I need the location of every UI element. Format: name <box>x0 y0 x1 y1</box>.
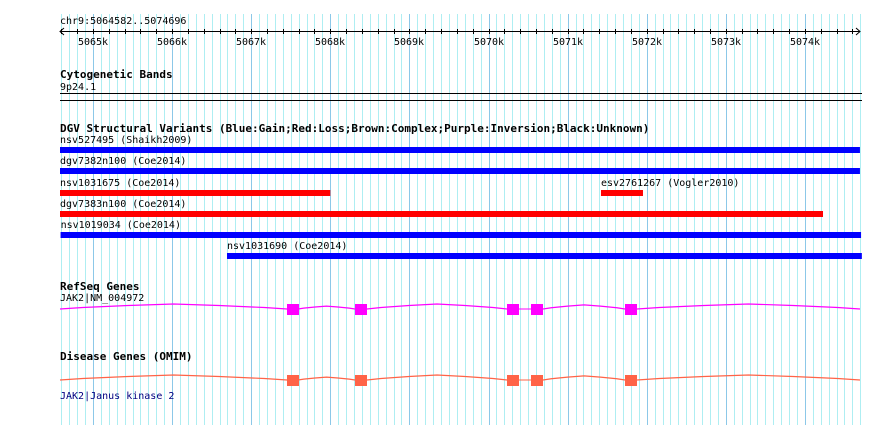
ruler-tick-label: 5065k <box>78 37 108 48</box>
intron-line <box>366 303 508 310</box>
ruler-tick-label: 5072k <box>632 37 662 48</box>
variant-bar-gain[interactable] <box>226 253 862 259</box>
ruler-tick-label: 5070k <box>474 37 504 48</box>
variant-label[interactable]: nsv527495 (Shaikh2009) <box>60 135 192 146</box>
exon-box[interactable] <box>507 304 519 315</box>
variant-label[interactable]: esv2761267 (Vogler2010) <box>601 178 739 189</box>
genome-browser-panel[interactable]: chr9:5064582..5074696 5065k 5066k 5067k 506… <box>0 0 890 425</box>
exon-box[interactable] <box>625 304 637 315</box>
ruler-tick-label: 5069k <box>394 37 424 48</box>
exon-box[interactable] <box>287 375 299 386</box>
intron-line <box>59 374 288 381</box>
exon-box[interactable] <box>287 304 299 315</box>
ruler-tick-label: 5071k <box>553 37 583 48</box>
variant-bar-loss[interactable] <box>600 190 643 196</box>
grid-lines <box>61 14 861 425</box>
ruler[interactable]: 5065k 5066k 5067k 5068k 5069k 5070k 5071k 5072k… <box>59 27 861 48</box>
variant-bar-gain[interactable] <box>60 147 860 153</box>
variant-label[interactable]: nsv1031690 (Coe2014) <box>227 241 347 252</box>
ruler-location-label: chr9:5064582..5074696 <box>60 16 186 27</box>
omim-track-title[interactable]: Disease Genes (OMIM) <box>60 350 192 363</box>
ruler-tick-label: 5073k <box>711 37 741 48</box>
cytoband-label: 9p24.1 <box>60 82 96 93</box>
variant-label[interactable]: nsv1019034 (Coe2014) <box>61 220 181 231</box>
exon-box[interactable] <box>531 304 543 315</box>
intron-line <box>366 374 508 381</box>
variant-label[interactable]: dgv7383n100 (Coe2014) <box>60 199 186 210</box>
variant-bar-loss[interactable] <box>60 190 331 196</box>
exon-box[interactable] <box>531 375 543 386</box>
ruler-tick-label: 5067k <box>236 37 266 48</box>
exon-box[interactable] <box>507 375 519 386</box>
intron-line <box>542 304 626 310</box>
cytoband-track-title[interactable]: Cytogenetic Bands <box>60 68 173 81</box>
variant-bar-gain[interactable] <box>60 232 862 238</box>
refseq-track-title[interactable]: RefSeq Genes <box>60 280 139 293</box>
variant-bar-loss[interactable] <box>60 211 824 217</box>
variant-bar-gain[interactable] <box>60 168 860 174</box>
ruler-tick-label: 5066k <box>157 37 187 48</box>
ruler-tick-label: 5068k <box>315 37 345 48</box>
intron-line <box>542 375 626 381</box>
ruler-tick-label: 5074k <box>790 37 820 48</box>
dgv-track-title[interactable]: DGV Structural Variants (Blue:Gain;Red:L… <box>60 122 649 135</box>
variant-label[interactable]: nsv1031675 (Coe2014) <box>60 178 180 189</box>
intron-line <box>59 303 288 310</box>
omim-gene-label[interactable]: JAK2|Janus kinase 2 <box>60 391 174 402</box>
exon-box[interactable] <box>355 375 367 386</box>
exon-box[interactable] <box>625 375 637 386</box>
variant-label[interactable]: dgv7382n100 (Coe2014) <box>60 156 186 167</box>
refseq-gene-label[interactable]: JAK2|NM_004972 <box>60 293 144 304</box>
exon-box[interactable] <box>355 304 367 315</box>
